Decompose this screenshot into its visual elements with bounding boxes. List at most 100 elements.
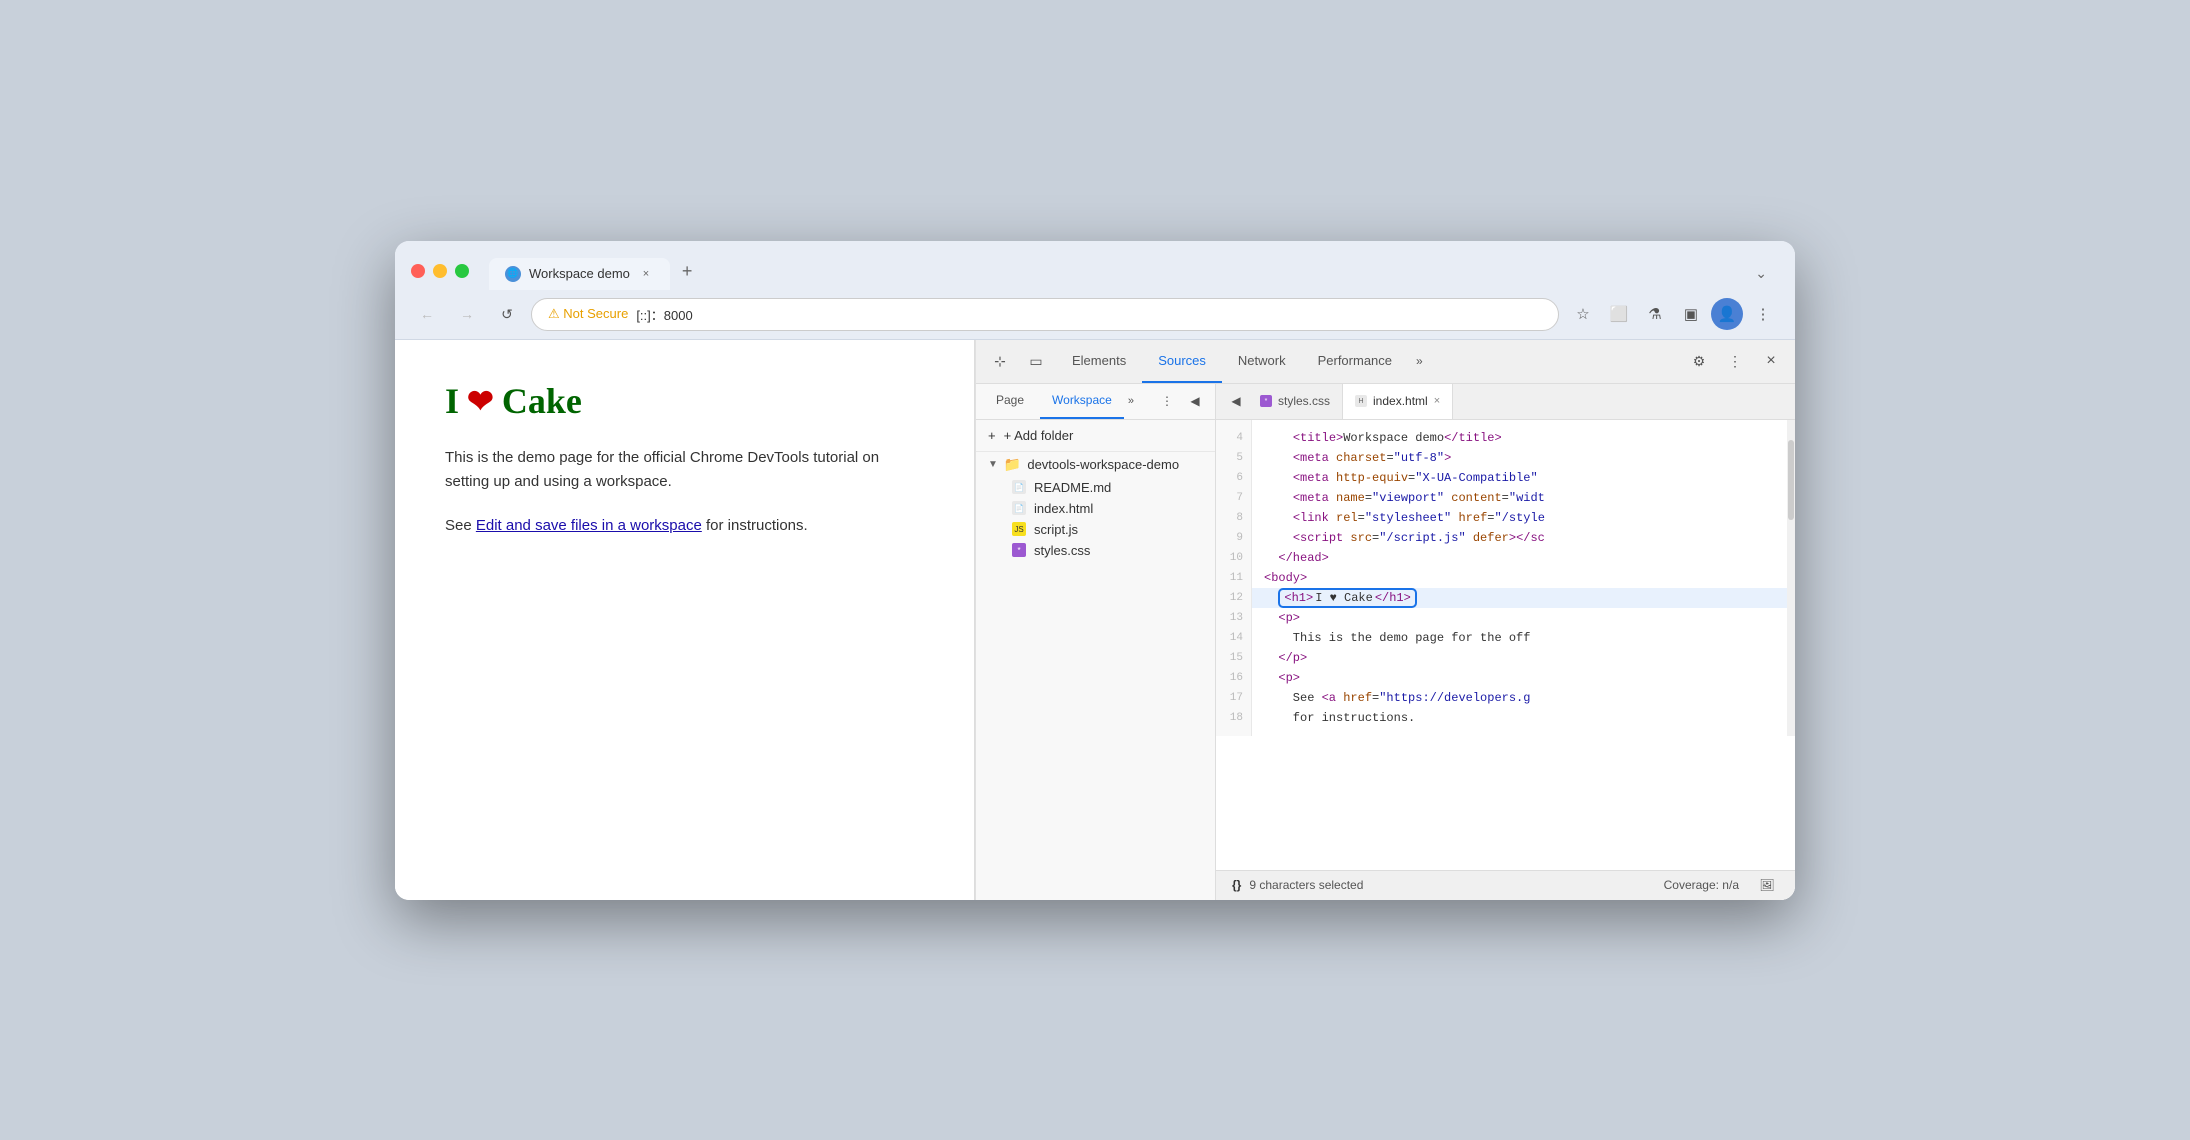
active-tab[interactable]: 🌐 Workspace demo × (489, 258, 670, 290)
tab-title: Workspace demo (529, 266, 630, 281)
screenshot-button[interactable]: 🖼 (1755, 873, 1779, 897)
flask-button[interactable]: ⚗ (1639, 298, 1671, 330)
heading-i: I (445, 380, 459, 422)
devtools-toolbar-right: ⚙ ⋮ × (1683, 345, 1787, 377)
editor-tabs: ◀ * styles.css H index.html × (1216, 384, 1795, 420)
status-right: Coverage: n/a 🖼 (1664, 873, 1779, 897)
code-editor: ◀ * styles.css H index.html × (1216, 384, 1795, 900)
code-line-14: This is the demo page for the off (1252, 628, 1787, 648)
vertical-scrollbar[interactable] (1787, 420, 1795, 736)
styles-css-filename: styles.css (1034, 543, 1090, 558)
file-item-script-js[interactable]: JS script.js (976, 519, 1215, 540)
add-icon: + (988, 428, 996, 443)
editor-collapse-button[interactable]: ◀ (1224, 389, 1248, 413)
html-file-icon: 📄 (1012, 501, 1026, 515)
scrollbar-thumb (1788, 440, 1794, 520)
refresh-button[interactable]: ↺ (491, 298, 523, 330)
back-button[interactable]: ← (411, 298, 443, 330)
folder-arrow-icon: ▼ (988, 459, 998, 470)
bookmark-button[interactable]: ☆ (1567, 298, 1599, 330)
format-button[interactable]: {} (1232, 878, 1241, 892)
tab-close-button[interactable]: × (638, 266, 654, 282)
coverage-status: Coverage: n/a (1664, 878, 1739, 892)
file-item-readme[interactable]: 📄 README.md (976, 477, 1215, 498)
add-folder-button[interactable]: + + Add folder (976, 420, 1215, 452)
editor-tab-styles-css[interactable]: * styles.css (1248, 384, 1343, 419)
forward-button[interactable]: → (451, 298, 483, 330)
browser-window: 🌐 Workspace demo × + ⌄ ← → ↺ ⚠ Not Secur… (395, 241, 1795, 900)
webpage-paragraph2-suffix: for instructions. (702, 517, 808, 534)
devtools-settings-button[interactable]: ⚙ (1683, 345, 1715, 377)
tab-network[interactable]: Network (1222, 340, 1302, 383)
code-line-13: <p> (1252, 608, 1787, 628)
line-num-15: 15 (1216, 648, 1251, 668)
element-picker-button[interactable]: ⊹ (984, 345, 1016, 377)
sources-collapse-button[interactable]: ◀ (1183, 389, 1207, 413)
devtools-tabs-more[interactable]: » (1408, 340, 1431, 383)
styles-css-tab-icon: * (1260, 395, 1272, 407)
file-item-styles-css[interactable]: * styles.css (976, 540, 1215, 561)
page-heading: I ❤ Cake (445, 380, 924, 422)
device-toggle-button[interactable]: ▭ (1020, 345, 1052, 377)
file-tree: Page Workspace » ⋮ ◀ + + Add folder (976, 384, 1216, 900)
address-bar[interactable]: ⚠ Not Secure [::]：8000 (531, 298, 1559, 331)
editor-tab-close-button[interactable]: × (1434, 395, 1440, 407)
webpage-content: I ❤ Cake This is the demo page for the o… (395, 340, 975, 900)
tab-sources[interactable]: Sources (1142, 340, 1222, 383)
sources-tab-more[interactable]: » (1128, 395, 1134, 407)
webpage-paragraph2: See Edit and save files in a workspace f… (445, 514, 924, 538)
code-line-8: <link rel="stylesheet" href="/style (1252, 508, 1787, 528)
status-bar: {} 9 characters selected Coverage: n/a 🖼 (1216, 870, 1795, 900)
tab-menu-button[interactable]: ⌄ (1743, 257, 1779, 290)
line-num-5: 5 (1216, 448, 1251, 468)
devtools-close-button[interactable]: × (1755, 345, 1787, 377)
browser-tabs: 🌐 Workspace demo × + ⌄ (489, 253, 1779, 290)
extensions-button[interactable]: ⬜ (1603, 298, 1635, 330)
code-line-15: </p> (1252, 648, 1787, 668)
tab-performance[interactable]: Performance (1302, 340, 1408, 383)
devtools-toolbar: ⊹ ▭ Elements Sources Network Performance… (976, 340, 1795, 384)
line-num-17: 17 (1216, 688, 1251, 708)
sidebar-toggle-button[interactable]: ▣ (1675, 298, 1707, 330)
file-item-index-html[interactable]: 📄 index.html (976, 498, 1215, 519)
workspace-tutorial-link[interactable]: Edit and save files in a workspace (476, 517, 702, 534)
nav-bar: ← → ↺ ⚠ Not Secure [::]：8000 ☆ ⬜ ⚗ ▣ 👤 ⋮ (395, 290, 1795, 340)
line-num-14: 14 (1216, 628, 1251, 648)
devtools-more-button[interactable]: ⋮ (1719, 345, 1751, 377)
webpage-paragraph1: This is the demo page for the official C… (445, 446, 924, 494)
profile-button[interactable]: 👤 (1711, 298, 1743, 330)
line-num-12: 12 (1216, 588, 1251, 608)
sources-tab-actions: ⋮ ◀ (1155, 389, 1207, 413)
line-num-10: 10 (1216, 548, 1251, 568)
code-line-10: </head> (1252, 548, 1787, 568)
tab-elements[interactable]: Elements (1056, 340, 1142, 383)
code-line-12: <h1>I ♥ Cake</h1> (1252, 588, 1787, 608)
traffic-lights (411, 264, 469, 278)
line-num-7: 7 (1216, 488, 1251, 508)
line-num-11: 11 (1216, 568, 1251, 588)
devtools-panel: ⊹ ▭ Elements Sources Network Performance… (975, 340, 1795, 900)
add-folder-label: + Add folder (1004, 428, 1074, 443)
close-window-button[interactable] (411, 264, 425, 278)
sources-tab-workspace[interactable]: Workspace (1040, 384, 1124, 419)
code-line-4: <title>Workspace demo</title> (1252, 428, 1787, 448)
index-html-filename: index.html (1034, 501, 1093, 516)
styles-css-tab-label: styles.css (1278, 394, 1330, 408)
tab-favicon: 🌐 (505, 266, 521, 282)
maximize-window-button[interactable] (455, 264, 469, 278)
nav-icons: ☆ ⬜ ⚗ ▣ 👤 ⋮ (1567, 298, 1779, 330)
code-line-7: <meta name="viewport" content="widt (1252, 488, 1787, 508)
code-area[interactable]: 4 5 6 7 8 9 10 11 12 13 14 (1216, 420, 1795, 870)
line-num-4: 4 (1216, 428, 1251, 448)
editor-tab-index-html[interactable]: H index.html × (1343, 384, 1453, 419)
sources-menu-button[interactable]: ⋮ (1155, 389, 1179, 413)
new-tab-button[interactable]: + (670, 253, 705, 290)
workspace-folder[interactable]: ▼ 📁 devtools-workspace-demo (976, 452, 1215, 477)
readme-filename: README.md (1034, 480, 1111, 495)
folder-name: devtools-workspace-demo (1027, 457, 1179, 472)
chrome-menu-button[interactable]: ⋮ (1747, 298, 1779, 330)
sources-tab-page[interactable]: Page (984, 384, 1036, 419)
folder-icon: 📁 (1004, 456, 1021, 473)
minimize-window-button[interactable] (433, 264, 447, 278)
sources-panel: Page Workspace » ⋮ ◀ + + Add folder (976, 384, 1795, 900)
